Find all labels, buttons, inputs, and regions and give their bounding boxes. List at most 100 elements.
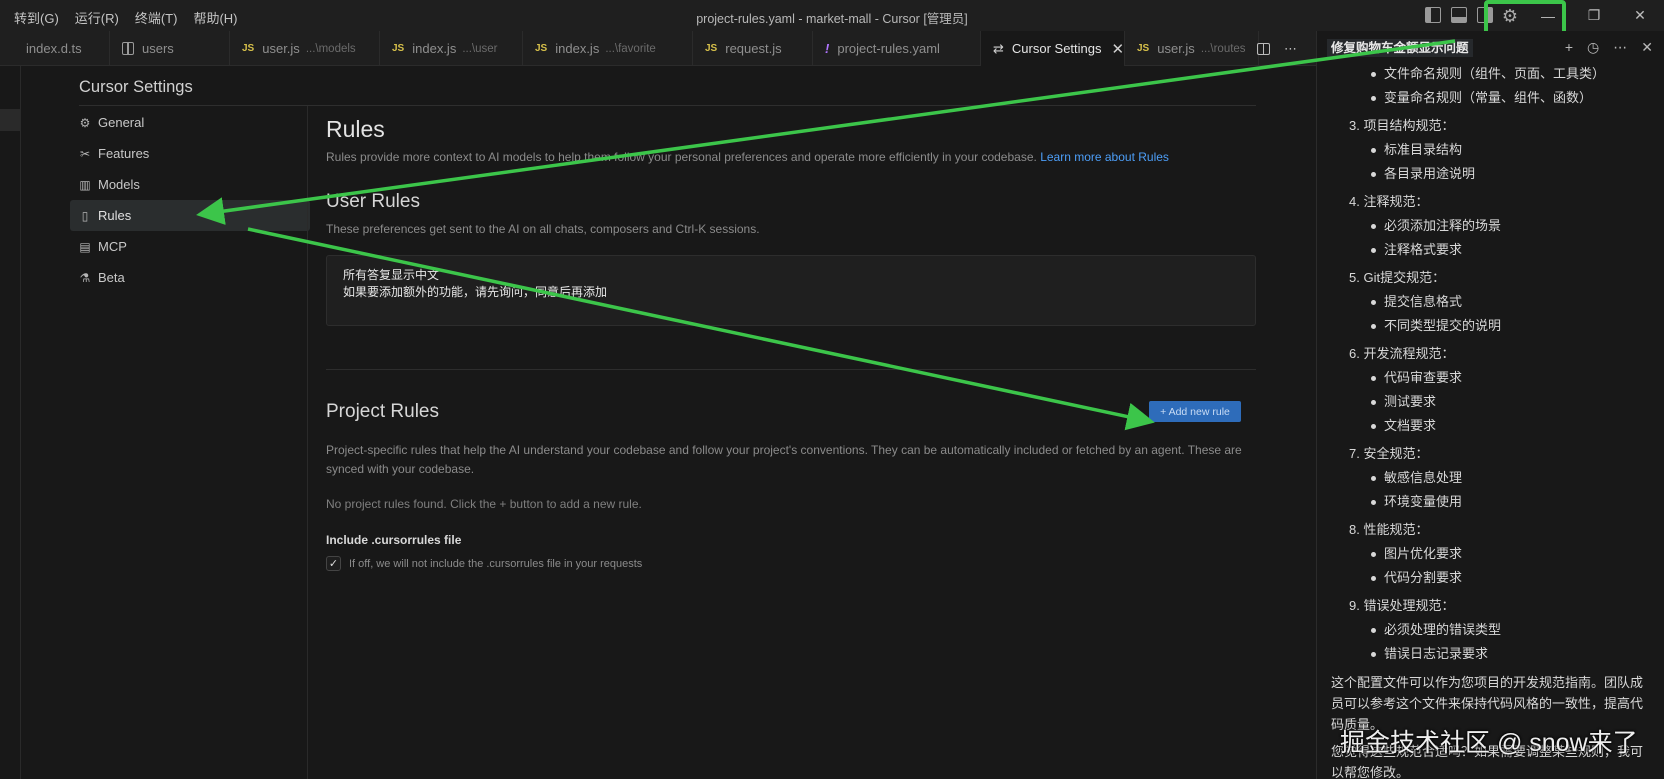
tab-index-js-favorite[interactable]: JS index.js ...\favorite xyxy=(523,31,693,66)
close-icon[interactable]: ✕ xyxy=(1112,40,1125,58)
more-icon[interactable]: ⋯ xyxy=(1613,39,1627,56)
editor-actions: ⋯ xyxy=(1257,31,1297,66)
nav-item-label: General xyxy=(98,115,145,130)
empty-state-text: No project rules found. Click the + butt… xyxy=(326,497,642,511)
chat-actions: + ◷ ⋯ ✕ xyxy=(1565,39,1653,56)
maximize-button[interactable]: ❐ xyxy=(1571,0,1617,31)
activity-strip xyxy=(0,66,21,779)
menu-help[interactable]: 帮助(H) xyxy=(193,8,237,27)
js-file-icon: JS xyxy=(392,43,405,54)
close-window-button[interactable]: ✕ xyxy=(1617,0,1663,31)
split-editor-icon[interactable] xyxy=(1257,42,1270,55)
rules-description: Rules provide more context to AI models … xyxy=(326,150,1286,164)
list-item: 代码分割要求 xyxy=(1331,568,1657,592)
menu-run[interactable]: 运行(R) xyxy=(75,8,119,27)
list-item: 错误日志记录要求 xyxy=(1331,644,1657,668)
close-icon[interactable]: ✕ xyxy=(1641,39,1653,56)
tab-label: user.js xyxy=(1157,41,1195,56)
list-item: 变量命名规则（常量、组件、函数） xyxy=(1331,88,1657,112)
tab-request-js[interactable]: JS request.js xyxy=(693,31,813,66)
include-cursorrules-description: If off, we will not include the .cursorr… xyxy=(349,557,643,570)
project-rules-header: Project Rules + Add new rule xyxy=(326,401,1286,427)
divider xyxy=(307,106,308,779)
plus-icon[interactable]: + xyxy=(1565,39,1573,56)
gear-icon: ⚙ xyxy=(79,115,91,130)
list-item: 8. 性能规范： xyxy=(1349,522,1429,537)
list-item: 图片优化要求 xyxy=(1331,544,1657,568)
add-new-rule-button[interactable]: + Add new rule xyxy=(1149,401,1241,422)
tab-index-js-user[interactable]: JS index.js ...\user xyxy=(380,31,523,66)
tab-index-d-ts[interactable]: index.d.ts xyxy=(0,31,110,66)
nav-item-beta[interactable]: ⚗ Beta xyxy=(70,262,310,293)
include-cursorrules-checkbox[interactable]: ✓ xyxy=(326,556,341,571)
editor-tab-bar: index.d.ts users JS user.js ...\models J… xyxy=(0,31,1316,66)
tab-path-hint: ...\favorite xyxy=(605,42,656,55)
menu-goto[interactable]: 转到(G) xyxy=(14,8,59,27)
settings-panel: Cursor Settings ⚙ General ✂ Features ▥ M… xyxy=(22,66,1316,779)
tab-label: index.js xyxy=(555,41,600,56)
divider xyxy=(79,105,1256,106)
tab-path-hint: ...\routes xyxy=(1200,42,1246,55)
divider xyxy=(326,369,1256,370)
settings-nav: ⚙ General ✂ Features ▥ Models ▯ Rules ▤ … xyxy=(70,107,310,293)
window-title: project-rules.yaml - market-mall - Curso… xyxy=(696,12,968,26)
nav-item-rules[interactable]: ▯ Rules xyxy=(70,200,310,231)
js-file-icon: JS xyxy=(705,43,718,54)
tab-project-rules-yaml[interactable]: ! project-rules.yaml xyxy=(813,31,981,66)
user-rule-line: 如果要添加额外的功能，请先询问，同意后再添加 xyxy=(343,285,608,299)
list-item: 必须添加注释的场景 xyxy=(1331,216,1657,240)
toggle-sidebar-icon[interactable] xyxy=(1425,7,1441,23)
nav-item-label: MCP xyxy=(98,239,127,254)
chat-tab-title[interactable]: 修复购物车金额显示问题 xyxy=(1327,39,1473,57)
tab-path-hint: ...\user xyxy=(462,42,498,55)
nav-item-label: Models xyxy=(98,177,140,192)
nav-item-general[interactable]: ⚙ General xyxy=(70,107,310,138)
chat-panel: 修复购物车金额显示问题 + ◷ ⋯ ✕ 文件命名规则（组件、页面、工具类） 变量… xyxy=(1316,31,1664,779)
rules-heading: Rules xyxy=(326,116,385,142)
book-icon xyxy=(122,42,134,55)
js-file-icon: JS xyxy=(1137,43,1150,54)
tab-label: index.d.ts xyxy=(26,41,82,56)
project-rules-heading: Project Rules xyxy=(326,401,439,422)
sliders-icon: ⇄ xyxy=(993,40,1004,56)
list-item: 环境变量使用 xyxy=(1331,492,1657,516)
active-indicator xyxy=(0,109,21,131)
menu-terminal[interactable]: 终端(T) xyxy=(135,8,178,27)
rules-description-text: Rules provide more context to AI models … xyxy=(326,150,1037,164)
yaml-file-icon: ! xyxy=(825,41,830,56)
include-cursorrules-row: ✓ If off, we will not include the .curso… xyxy=(326,556,1286,571)
server-icon: ▤ xyxy=(79,239,91,254)
rules-content: Rules Rules provide more context to AI m… xyxy=(326,116,1286,571)
tools-icon: ✂ xyxy=(79,146,91,161)
title-bar: 转到(G) 运行(R) 终端(T) 帮助(H) project-rules.ya… xyxy=(0,0,1664,42)
list-item: 注释格式要求 xyxy=(1331,240,1657,264)
tab-user-js-models[interactable]: JS user.js ...\models xyxy=(230,31,380,66)
nav-item-models[interactable]: ▥ Models xyxy=(70,169,310,200)
user-rules-textarea[interactable]: 所有答复显示中文 如果要添加额外的功能，请先询问，同意后再添加 xyxy=(326,255,1256,326)
list-item: 3. 项目结构规范： xyxy=(1349,118,1455,133)
nav-item-label: Rules xyxy=(98,208,132,223)
tab-label: project-rules.yaml xyxy=(837,41,940,56)
list-item: 不同类型提交的说明 xyxy=(1331,316,1657,340)
learn-more-link[interactable]: Learn more about Rules xyxy=(1040,150,1169,164)
tab-user-js-routes[interactable]: JS user.js ...\routes xyxy=(1125,31,1259,66)
nav-item-mcp[interactable]: ▤ MCP xyxy=(70,231,310,262)
watermark: 掘金技术社区 @ snow来了 xyxy=(1340,729,1638,757)
history-icon[interactable]: ◷ xyxy=(1587,39,1599,56)
more-actions-icon[interactable]: ⋯ xyxy=(1284,41,1297,57)
tab-label: user.js xyxy=(262,41,300,56)
flask-icon: ⚗ xyxy=(79,270,91,285)
list-item: 5. Git提交规范： xyxy=(1349,270,1446,285)
tab-users[interactable]: users xyxy=(110,31,230,66)
tab-cursor-settings[interactable]: ⇄ Cursor Settings ✕ xyxy=(981,31,1125,66)
include-cursorrules-title: Include .cursorrules file xyxy=(326,533,462,547)
list-item: 敏感信息处理 xyxy=(1331,468,1657,492)
tab-label: Cursor Settings xyxy=(1011,41,1102,56)
bar-chart-icon: ▥ xyxy=(79,177,91,192)
project-rules-description: Project-specific rules that help the AI … xyxy=(326,443,1242,476)
toggle-panel-icon[interactable] xyxy=(1451,7,1467,23)
list-item: 测试要求 xyxy=(1331,392,1657,416)
menu-bar: 转到(G) 运行(R) 终端(T) 帮助(H) xyxy=(14,8,237,27)
tab-path-hint: ...\models xyxy=(305,42,356,55)
nav-item-features[interactable]: ✂ Features xyxy=(70,138,310,169)
